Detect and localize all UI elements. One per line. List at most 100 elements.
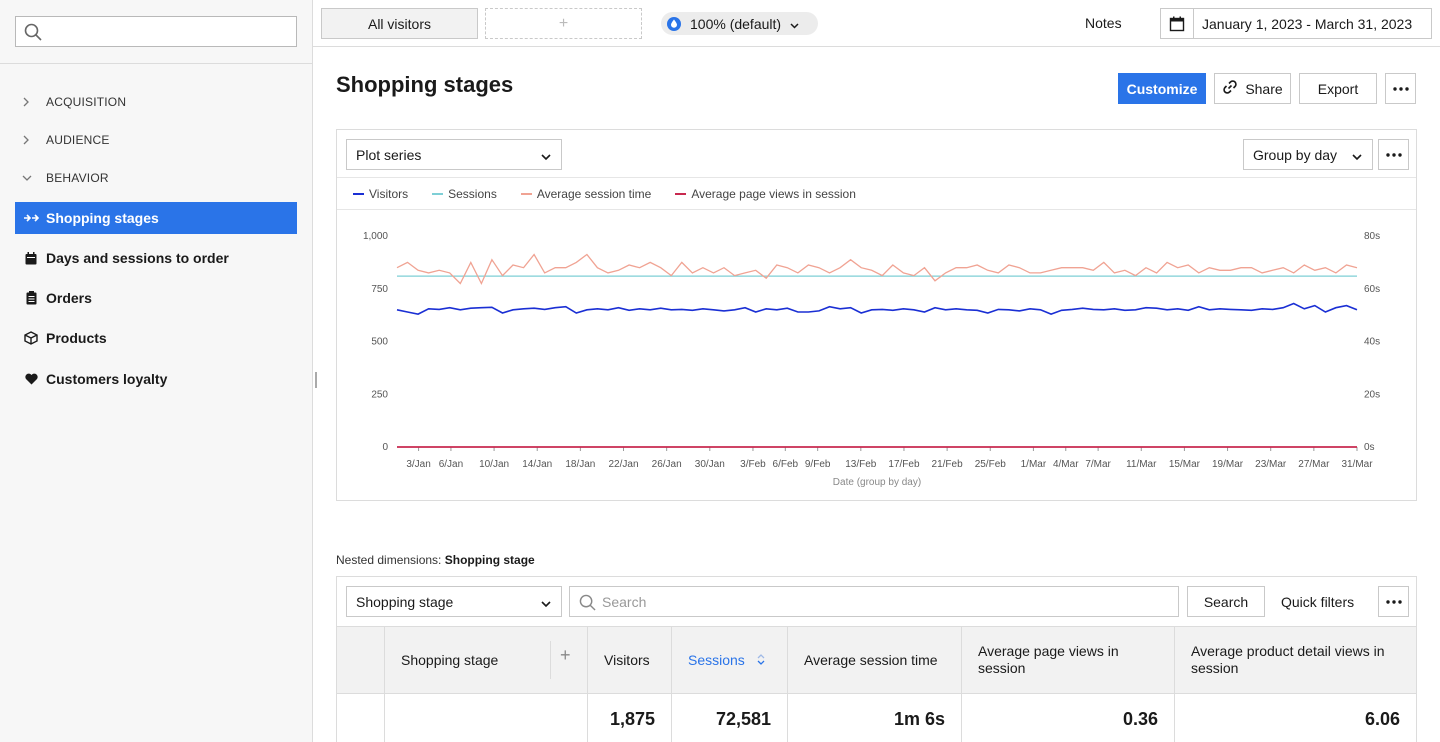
column-header-label: Shopping stage	[401, 651, 499, 668]
plot-series-select[interactable]: Plot series	[346, 139, 562, 170]
column-header-visitors[interactable]: Visitors	[588, 627, 672, 693]
legend-item-avg-session-time[interactable]: Average session time	[520, 186, 652, 201]
series-line-average-session-time	[396, 253, 1358, 286]
sidebar-item-customers-loyalty[interactable]: Customers loyalty	[15, 363, 297, 395]
column-header-label: Sessions	[688, 651, 745, 668]
sidebar-item-shopping-stages[interactable]: Shopping stages	[15, 202, 297, 234]
legend-swatch	[353, 192, 364, 195]
heart-icon	[22, 371, 40, 387]
chart-more-button[interactable]	[1378, 139, 1409, 170]
sidebar-item-days-sessions[interactable]: Days and sessions to order	[15, 242, 297, 274]
column-header-avg-product-views[interactable]: Average product detail views in session	[1175, 627, 1416, 693]
notes-link[interactable]: Notes	[1085, 15, 1122, 31]
legend-item-visitors[interactable]: Visitors	[353, 187, 408, 201]
customize-button[interactable]: Customize	[1118, 73, 1206, 104]
plot-series-label: Plot series	[356, 146, 422, 163]
sidebar: ACQUISITION AUDIENCE BEHAVIOR Shopping s…	[0, 0, 313, 742]
sidebar-item-label: Orders	[46, 290, 92, 306]
chevron-down-icon	[541, 595, 551, 611]
y-left-tick-label: 1,000	[363, 231, 388, 242]
sidebar-group-behavior[interactable]: BEHAVIOR	[22, 168, 109, 188]
sidebar-divider	[0, 63, 312, 64]
sidebar-group-audience[interactable]: AUDIENCE	[22, 130, 110, 150]
sort-icon	[757, 652, 765, 669]
legend-label: Visitors	[369, 186, 409, 201]
y-right-tick-label: 40s	[1364, 337, 1380, 348]
sidebar-item-orders[interactable]: Orders	[15, 282, 297, 314]
nested-dimensions-value: Shopping stage	[444, 553, 535, 567]
y-right-tick-label: 20s	[1364, 389, 1380, 400]
droplet-icon	[667, 16, 681, 31]
legend-label: Sessions	[448, 186, 497, 201]
legend-label: Average session time	[536, 186, 652, 201]
column-header-label: Average product detail views in session	[1191, 643, 1385, 676]
search-button[interactable]: Search	[1187, 586, 1265, 617]
x-tick-label: 3/Feb	[740, 459, 766, 470]
x-axis-title: Date (group by day)	[833, 477, 921, 488]
sidebar-item-products[interactable]: Products	[15, 322, 297, 354]
shopping-stage-cell	[385, 694, 588, 742]
sidebar-group-label: ACQUISITION	[46, 95, 127, 109]
share-label: Share	[1245, 80, 1283, 97]
share-button[interactable]: Share	[1214, 73, 1291, 104]
sampling-dropdown[interactable]: 100% (default)	[661, 12, 818, 35]
x-tick-label: 4/Mar	[1053, 459, 1079, 470]
y-right-tick-label: 60s	[1364, 284, 1380, 295]
row-expand-column	[337, 627, 385, 693]
y-left-tick-label: 250	[371, 389, 388, 400]
dimension-select[interactable]: Shopping stage	[346, 586, 562, 617]
x-tick-label: 15/Mar	[1169, 459, 1201, 470]
add-column-button[interactable]: +	[560, 646, 571, 664]
legend-item-sessions[interactable]: Sessions	[432, 187, 497, 201]
x-tick-label: 7/Mar	[1085, 459, 1111, 470]
group-by-select[interactable]: Group by day	[1243, 139, 1373, 170]
x-tick-label: 3/Jan	[406, 459, 430, 470]
chevron-down-icon	[1352, 148, 1362, 164]
sidebar-item-label: Days and sessions to order	[46, 250, 229, 266]
legend-swatch	[432, 192, 444, 195]
sidebar-group-acquisition[interactable]: ACQUISITION	[22, 92, 126, 112]
link-icon	[1222, 79, 1238, 98]
table-totals-row: 1,875 72,581 1m 6s 0.36 6.06	[337, 694, 1416, 742]
table-header: Shopping stage + Visitors Sessions Avera…	[337, 626, 1416, 694]
search-icon	[579, 594, 596, 611]
x-tick-label: 27/Mar	[1298, 459, 1330, 470]
x-tick-label: 31/Mar	[1341, 459, 1373, 470]
sidebar-resize-handle[interactable]	[315, 372, 317, 388]
page-title: Shopping stages	[336, 72, 514, 97]
table-search-input[interactable]: Search	[569, 586, 1179, 617]
quick-filters-button[interactable]: Quick filters	[1281, 594, 1354, 610]
more-dots-icon	[1385, 152, 1402, 157]
sidebar-search-input[interactable]	[15, 16, 297, 47]
segment-all-visitors[interactable]: All visitors	[321, 8, 478, 39]
more-options-button[interactable]	[1385, 73, 1416, 104]
column-header-avg-page-views[interactable]: Average page views in session	[962, 627, 1175, 693]
chevron-down-icon	[790, 16, 799, 32]
table-search-placeholder: Search	[602, 593, 647, 610]
export-button[interactable]: Export	[1299, 73, 1377, 104]
chevron-down-icon	[541, 148, 551, 164]
column-header-label: Visitors	[604, 651, 650, 668]
sidebar-group-label: BEHAVIOR	[46, 171, 109, 185]
x-tick-label: 6/Jan	[439, 459, 463, 470]
x-tick-label: 17/Feb	[888, 459, 920, 470]
visitors-total: 1,875	[588, 694, 672, 742]
sessions-total: 72,581	[672, 694, 788, 742]
legend-item-avg-page-views[interactable]: Average page views in session	[675, 187, 856, 201]
calendar-icon	[1161, 9, 1194, 38]
column-header-sessions[interactable]: Sessions	[672, 627, 788, 693]
funnel-arrows-icon	[22, 210, 40, 226]
column-header-avg-session-time[interactable]: Average session time	[788, 627, 962, 693]
add-segment-button[interactable]: +	[485, 8, 642, 39]
calendar-icon	[22, 250, 40, 266]
clipboard-icon	[22, 290, 40, 306]
x-tick-label: 19/Mar	[1212, 459, 1244, 470]
x-tick-label: 21/Feb	[932, 459, 964, 470]
table-more-button[interactable]	[1378, 586, 1409, 617]
column-header-shopping-stage[interactable]: Shopping stage +	[385, 627, 588, 693]
column-divider	[550, 641, 551, 679]
column-header-label: Average page views in session	[978, 643, 1119, 676]
column-header-label: Average session time	[804, 651, 938, 668]
group-by-label: Group by day	[1253, 146, 1338, 163]
date-range-picker[interactable]: January 1, 2023 - March 31, 2023	[1160, 8, 1432, 39]
